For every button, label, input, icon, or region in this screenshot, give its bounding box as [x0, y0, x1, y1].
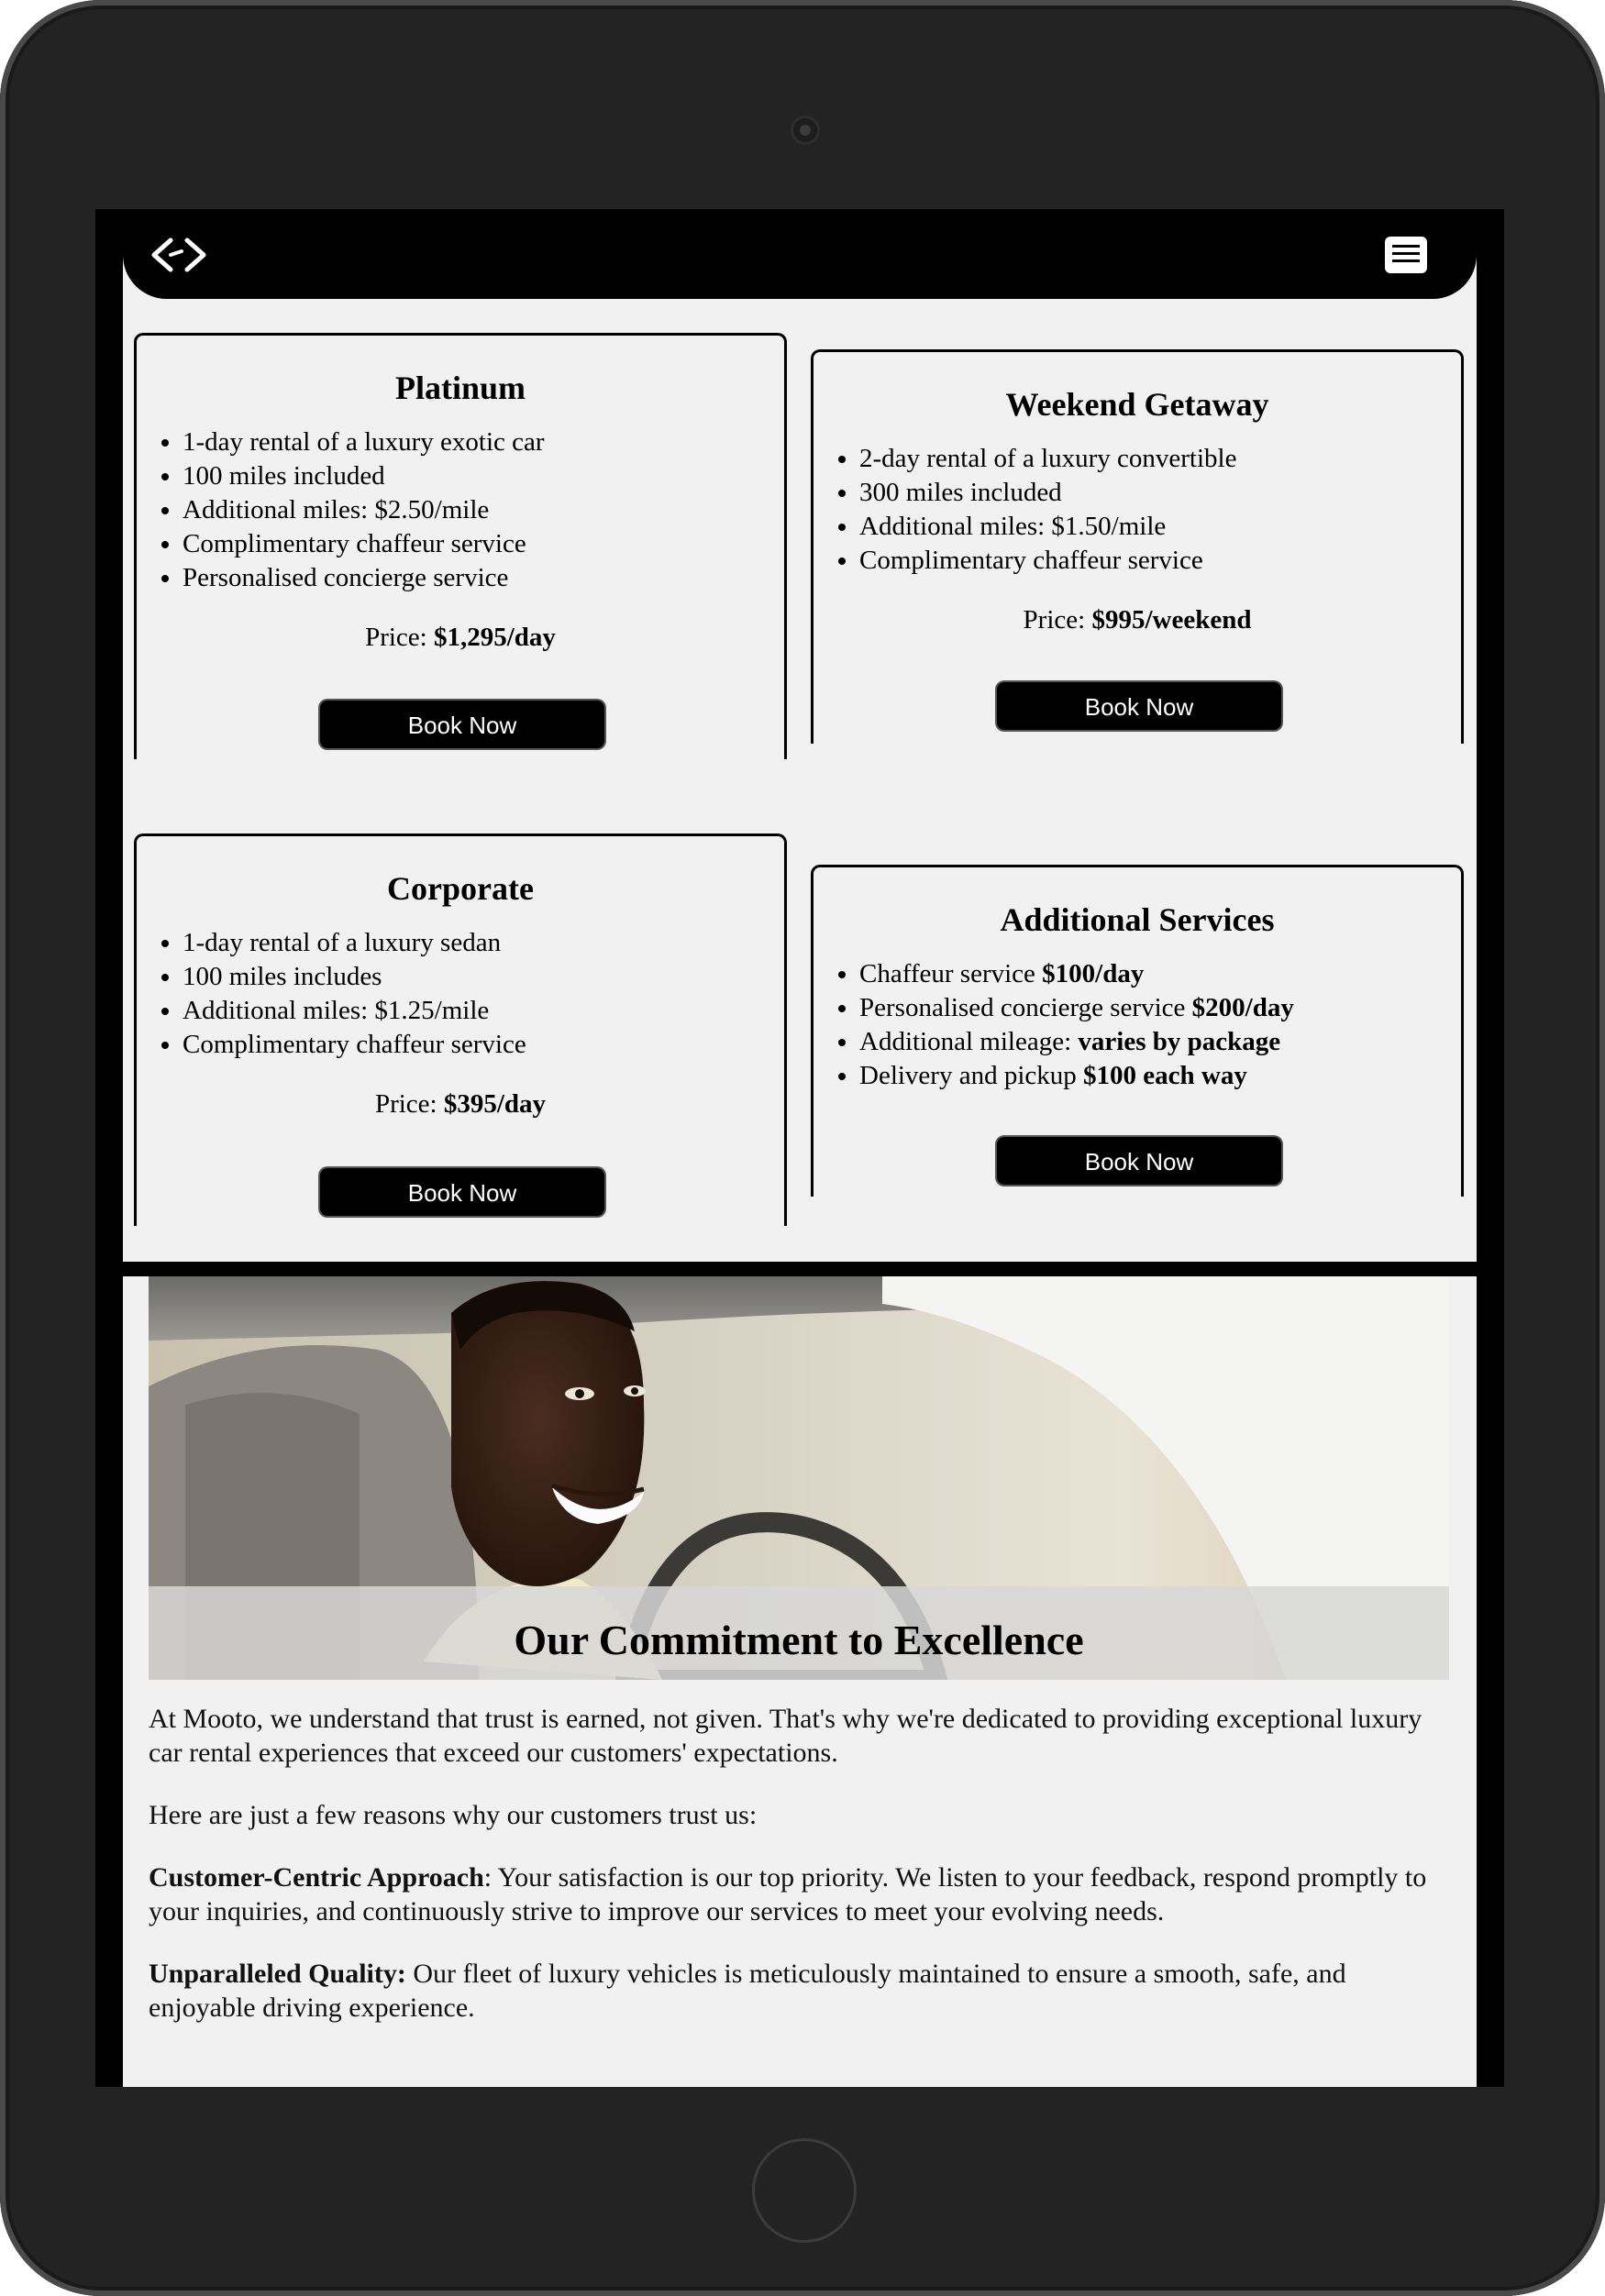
package-card-weekend-getaway: Weekend Getaway 2-day rental of a luxury…: [811, 349, 1464, 744]
feature-list: 2-day rental of a luxury convertible 300…: [814, 442, 1461, 578]
list-item: 2-day rental of a luxury convertible: [859, 442, 1461, 476]
list-item: Complimentary chaffeur service: [859, 544, 1461, 578]
package-card-platinum: Platinum 1-day rental of a luxury exotic…: [134, 333, 787, 759]
hero-caption: Our Commitment to Excellence: [149, 1586, 1449, 1680]
card-title: Platinum: [394, 370, 526, 406]
price: Price: $1,295/day: [137, 623, 784, 653]
price-value: $1,295/day: [433, 623, 556, 652]
package-card-corporate: Corporate 1-day rental of a luxury sedan…: [134, 833, 787, 1226]
price-label: Price:: [365, 623, 434, 652]
price-label: Price:: [374, 1089, 444, 1119]
reason-item: Customer-Centric Approach: Your satisfac…: [149, 1860, 1449, 1928]
hamburger-menu-icon[interactable]: [1383, 235, 1429, 275]
navbar: [123, 209, 1477, 299]
feature-list: Chaffeur service $100/day Personalised c…: [814, 957, 1461, 1093]
list-item: Delivery and pickup $100 each way: [859, 1059, 1461, 1093]
reason-item: Unparalleled Quality: Our fleet of luxur…: [149, 1957, 1449, 2025]
page: Platinum 1-day rental of a luxury exotic…: [123, 209, 1477, 2087]
book-now-button[interactable]: Book Now: [320, 701, 604, 748]
list-item: 100 miles includes: [183, 960, 784, 994]
commitment-content: At Mooto, we understand that trust is ea…: [149, 1702, 1449, 2025]
code-brackets-logo-icon[interactable]: [145, 229, 218, 281]
list-item: Chaffeur service $100/day: [859, 957, 1461, 991]
screen: Platinum 1-day rental of a luxury exotic…: [95, 209, 1504, 2087]
tablet-frame: Platinum 1-day rental of a luxury exotic…: [0, 0, 1605, 2296]
price: Price: $395/day: [137, 1089, 784, 1120]
reasons-intro: Here are just a few reasons why our cust…: [149, 1800, 758, 1830]
reason-title: Unparalleled Quality:: [149, 1959, 406, 1989]
home-button[interactable]: [752, 2138, 857, 2243]
list-item: Complimentary chaffeur service: [183, 1028, 784, 1062]
list-item: 1-day rental of a luxury exotic car: [183, 425, 784, 459]
price: Price: $995/weekend: [814, 605, 1461, 635]
book-now-button[interactable]: Book Now: [997, 682, 1281, 730]
price-value: $395/day: [443, 1089, 547, 1119]
price-label: Price:: [1023, 605, 1092, 635]
card-title: Corporate: [387, 870, 534, 907]
list-item: Personalised concierge service: [183, 561, 784, 595]
feature-list: 1-day rental of a luxury sedan 100 miles…: [137, 926, 784, 1062]
card-title: Weekend Getaway: [1005, 386, 1269, 423]
section-divider: [123, 1262, 1477, 1276]
list-item: Additional mileage: varies by package: [859, 1025, 1461, 1059]
book-now-button[interactable]: Book Now: [997, 1137, 1281, 1185]
intro-paragraph: At Mooto, we understand that trust is ea…: [149, 1704, 1422, 1768]
feature-list: 1-day rental of a luxury exotic car 100 …: [137, 425, 784, 595]
list-item: Complimentary chaffeur service: [183, 527, 784, 561]
package-card-additional-services: Additional Services Chaffeur service $10…: [811, 865, 1464, 1197]
list-item: Personalised concierge service $200/day: [859, 991, 1461, 1025]
list-item: 1-day rental of a luxury sedan: [183, 926, 784, 960]
section-title: Our Commitment to Excellence: [514, 1617, 1084, 1663]
list-item: Additional miles: $1.25/mile: [183, 994, 784, 1028]
list-item: Additional miles: $1.50/mile: [859, 510, 1461, 544]
list-item: Additional miles: $2.50/mile: [183, 493, 784, 527]
list-item: 100 miles included: [183, 459, 784, 493]
reason-title: Customer-Centric Approach: [149, 1862, 484, 1893]
list-item: 300 miles included: [859, 476, 1461, 510]
price-value: $995/weekend: [1091, 605, 1252, 635]
book-now-button[interactable]: Book Now: [320, 1168, 604, 1216]
camera-icon: [791, 116, 820, 145]
card-title: Additional Services: [1000, 901, 1275, 938]
hero-image: Our Commitment to Excellence: [149, 1276, 1449, 1680]
